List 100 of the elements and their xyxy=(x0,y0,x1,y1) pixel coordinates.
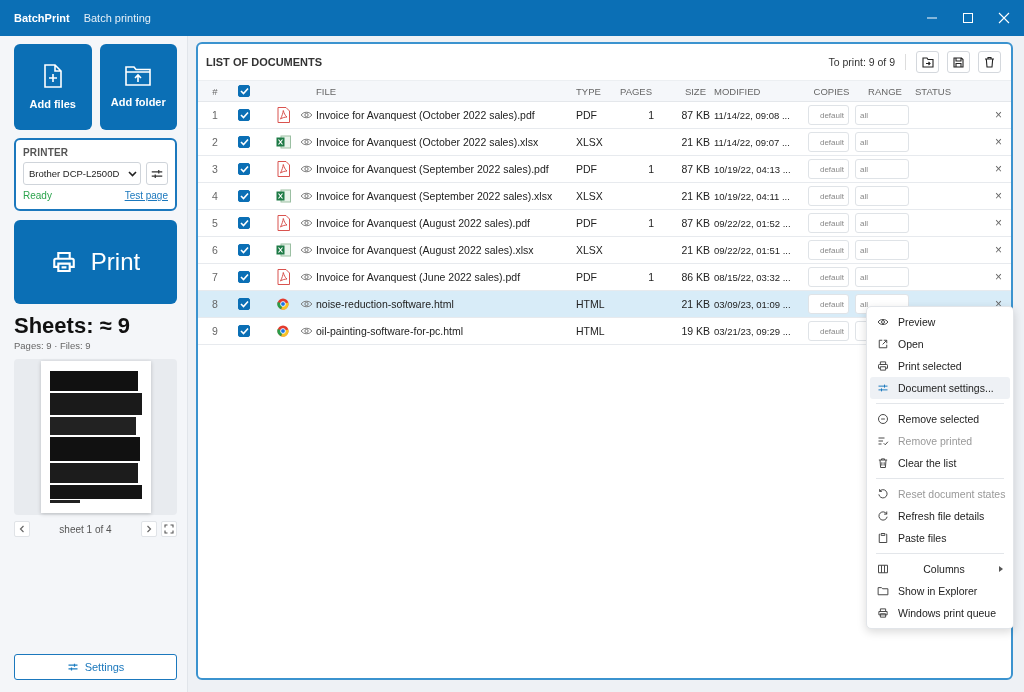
copies-field[interactable]: default xyxy=(808,186,849,206)
eye-icon[interactable] xyxy=(299,245,313,255)
row-checkbox[interactable] xyxy=(238,190,250,202)
remove-button[interactable]: × xyxy=(993,109,1004,121)
modified-date: 03/09/23, 01:09 ... xyxy=(714,298,792,310)
spreadsheet-file-icon xyxy=(275,135,291,149)
document-row[interactable]: 2 Invoice for Avanquest (October 2022 sales).xlsx XLSX 21 KB 11/14/22, 09:07 ... default all × xyxy=(198,129,1011,156)
row-checkbox[interactable] xyxy=(238,163,250,175)
menu-item[interactable]: Windows print queue xyxy=(870,602,1010,624)
save-button[interactable] xyxy=(947,51,970,73)
remove-button[interactable]: × xyxy=(993,163,1004,175)
range-field[interactable]: all xyxy=(855,159,909,179)
file-size: 21 KB xyxy=(680,244,711,256)
next-sheet-button[interactable] xyxy=(141,521,157,537)
document-row[interactable]: 3 Invoice for Avanquest (September 2022 sales).pdf PDF 1 87 KB 10/19/22, 04:13 ... default all × xyxy=(198,156,1011,183)
modified-date: 09/22/22, 01:51 ... xyxy=(714,244,792,256)
remove-button[interactable]: × xyxy=(993,244,1004,256)
close-icon[interactable] xyxy=(998,12,1010,24)
add-folder-button[interactable]: Add folder xyxy=(99,44,177,130)
document-row[interactable]: 6 Invoice for Avanquest (August 2022 sales).xlsx XLSX 21 KB 09/22/22, 01:51 ... default all × xyxy=(198,237,1011,264)
select-all-checkbox[interactable] xyxy=(238,85,250,97)
range-field[interactable]: all xyxy=(855,186,909,206)
menu-item[interactable]: Columns xyxy=(870,558,1010,580)
eye-icon[interactable] xyxy=(299,164,313,174)
remove-button[interactable]: × xyxy=(993,298,1004,310)
settings-button[interactable]: Settings xyxy=(14,654,177,680)
sheets-count: Sheets: ≈ 9 xyxy=(14,313,131,339)
print-count: To print: 9 of 9 xyxy=(828,56,895,68)
menu-item[interactable]: Print selected xyxy=(870,355,1010,377)
spreadsheet-file-icon xyxy=(275,243,291,257)
remove-button[interactable]: × xyxy=(993,271,1004,283)
copies-field[interactable]: default xyxy=(808,321,849,341)
printer-settings-button[interactable] xyxy=(146,162,168,185)
delete-button[interactable] xyxy=(978,51,1001,73)
range-field[interactable]: all xyxy=(855,105,909,125)
printer-icon xyxy=(50,249,77,275)
menu-item[interactable]: Show in Explorer xyxy=(870,580,1010,602)
copies-field[interactable]: default xyxy=(808,267,849,287)
test-page-link[interactable]: Test page xyxy=(124,190,168,201)
open-folder-button[interactable] xyxy=(916,51,939,73)
document-row[interactable]: 5 Invoice for Avanquest (August 2022 sales).pdf PDF 1 87 KB 09/22/22, 01:52 ... default all × xyxy=(198,210,1011,237)
menu-item[interactable]: Document settings... xyxy=(870,377,1010,399)
remove-button[interactable]: × xyxy=(993,217,1004,229)
document-row[interactable]: 4 Invoice for Avanquest (September 2022 sales).xlsx XLSX 21 KB 10/19/22, 04:11 ... default all × xyxy=(198,183,1011,210)
column-header: PAGES xyxy=(620,85,654,97)
menu-item[interactable]: Paste files xyxy=(870,527,1010,549)
maximize-icon[interactable] xyxy=(962,12,974,24)
copies-field[interactable]: default xyxy=(808,294,849,314)
row-number: 6 xyxy=(211,244,219,256)
range-field[interactable]: all xyxy=(855,267,909,287)
row-number: 8 xyxy=(211,298,219,310)
row-number: 4 xyxy=(211,190,219,202)
eye-icon[interactable] xyxy=(299,218,313,228)
printer-select[interactable]: Brother DCP-L2500D xyxy=(23,162,141,185)
eye-icon[interactable] xyxy=(299,191,313,201)
menu-item[interactable]: Remove selected xyxy=(870,408,1010,430)
row-number: 3 xyxy=(211,163,219,175)
row-checkbox[interactable] xyxy=(238,271,250,283)
sliders-icon xyxy=(877,382,889,394)
copies-field[interactable]: default xyxy=(808,213,849,233)
row-checkbox[interactable] xyxy=(238,244,250,256)
copies-field[interactable]: default xyxy=(808,132,849,152)
row-checkbox[interactable] xyxy=(238,325,250,337)
row-checkbox[interactable] xyxy=(238,298,250,310)
eye-icon[interactable] xyxy=(299,272,313,282)
file-type: XLSX xyxy=(576,190,604,202)
copies-field[interactable]: default xyxy=(808,159,849,179)
range-field[interactable]: all xyxy=(855,132,909,152)
add-files-button[interactable]: Add files xyxy=(14,44,92,130)
printer-status: Ready xyxy=(23,190,52,201)
eye-icon[interactable] xyxy=(299,299,313,309)
eye-icon[interactable] xyxy=(299,326,313,336)
document-row[interactable]: 8 noise-reduction-software.html HTML 21 KB 03/09/23, 01:09 ... default all × xyxy=(198,291,1011,318)
eye-icon[interactable] xyxy=(299,137,313,147)
column-header: RANGE xyxy=(867,85,903,97)
menu-item[interactable]: Clear the list xyxy=(870,452,1010,474)
file-size: 86 KB xyxy=(680,271,711,283)
eye-icon[interactable] xyxy=(299,110,313,120)
modified-date: 10/19/22, 04:11 ... xyxy=(714,190,791,202)
row-checkbox[interactable] xyxy=(238,217,250,229)
page-count: 1 xyxy=(648,271,654,283)
remove-button[interactable]: × xyxy=(993,190,1004,202)
row-checkbox[interactable] xyxy=(238,136,250,148)
fullscreen-button[interactable] xyxy=(161,521,177,537)
document-row[interactable]: 1 Invoice for Avanquest (October 2022 sales).pdf PDF 1 87 KB 11/14/22, 09:08 ... default all × xyxy=(198,102,1011,129)
copies-field[interactable]: default xyxy=(808,105,849,125)
menu-item[interactable]: Refresh file details xyxy=(870,505,1010,527)
file-type: XLSX xyxy=(576,244,604,256)
folder-upload-icon xyxy=(125,66,152,86)
minus-circle-icon xyxy=(877,413,889,425)
range-field[interactable]: all xyxy=(855,213,909,233)
previous-sheet-button[interactable] xyxy=(14,521,30,537)
file-size: 87 KB xyxy=(680,109,711,121)
row-checkbox[interactable] xyxy=(238,109,250,121)
copies-field[interactable]: default xyxy=(808,240,849,260)
range-field[interactable]: all xyxy=(855,240,909,260)
print-button[interactable]: Print xyxy=(14,220,177,304)
remove-button[interactable]: × xyxy=(993,136,1004,148)
save-icon xyxy=(953,56,964,68)
file-size: 21 KB xyxy=(680,136,711,148)
